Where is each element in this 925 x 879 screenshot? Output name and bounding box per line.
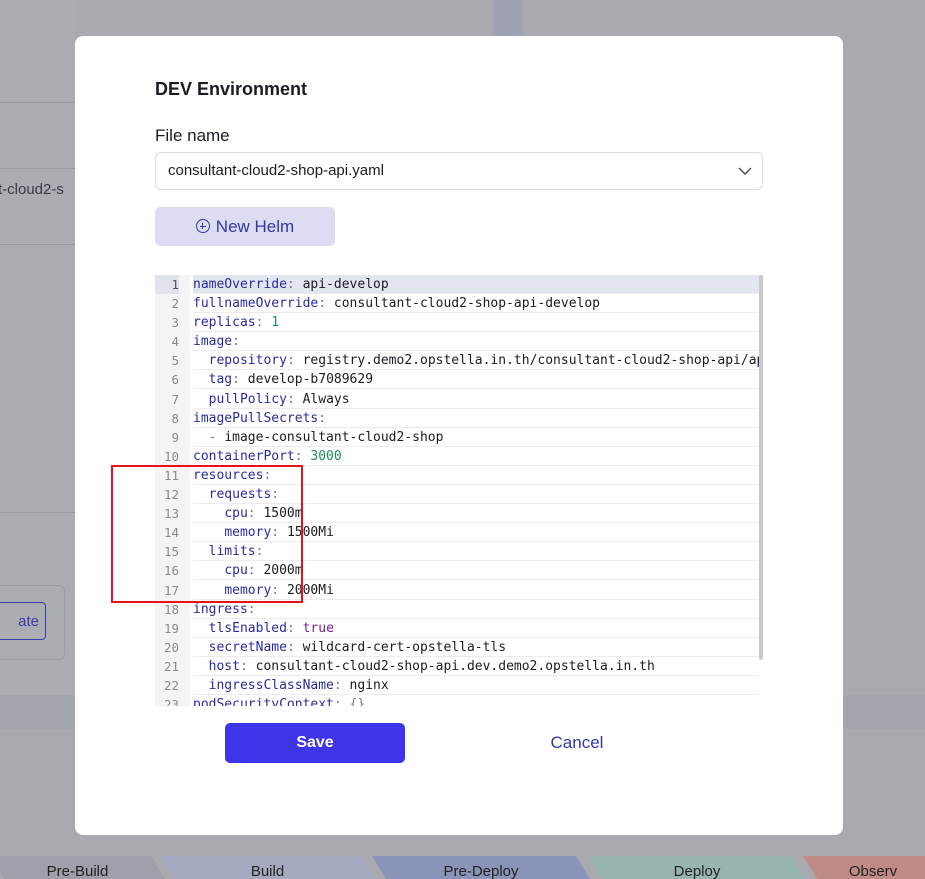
code-text: - image-consultant-cloud2-shop xyxy=(193,428,759,447)
cancel-button[interactable]: Cancel xyxy=(517,723,637,763)
yaml-key: replicas xyxy=(193,315,256,331)
line-number: 23 xyxy=(163,697,179,706)
plus-circle-icon xyxy=(195,219,210,233)
dev-environment-modal: DEV Environment File name consultant-clo… xyxy=(75,36,843,835)
line-number: 21 xyxy=(163,658,179,674)
code-text: containerPort: 3000 xyxy=(193,447,759,466)
yaml-key: ingress xyxy=(193,601,248,617)
editor-scrollbar[interactable] xyxy=(759,275,763,660)
pipeline-stage: Pre-Build xyxy=(0,856,165,879)
code-line[interactable]: 1 nameOverride: api-develop xyxy=(155,275,759,294)
resources-highlight-box xyxy=(111,465,303,603)
line-number: 1 xyxy=(155,275,179,294)
yaml-value: Always xyxy=(302,391,350,407)
yaml-value: registry.demo2.opstella.in.th/consultant… xyxy=(302,353,759,369)
yaml-key: repository xyxy=(208,353,287,369)
code-line[interactable]: 2 fullnameOverride: consultant-cloud2-sho… xyxy=(155,294,759,314)
pipeline-stage: Pre-Deploy xyxy=(372,856,590,879)
code-text: host: consultant-cloud2-shop-api.dev.dem… xyxy=(193,657,759,676)
line-number: 4 xyxy=(171,334,179,350)
code-line[interactable]: 20 secretName: wildcard-cert-opstella-tl… xyxy=(155,638,759,657)
yaml-key: image xyxy=(193,334,233,350)
code-text: imagePullSecrets: xyxy=(193,409,759,428)
yaml-key: podSecurityContext xyxy=(193,697,334,706)
line-number: 6 xyxy=(171,372,179,388)
yaml-value: consultant-cloud2-shop-api-develop xyxy=(333,296,600,312)
code-text: nameOverride: api-develop xyxy=(193,275,759,294)
code-text: podSecurityContext: {} xyxy=(193,695,759,706)
code-line[interactable]: 22 ingressClassName: nginx xyxy=(155,676,759,695)
new-helm-button[interactable]: New Helm xyxy=(155,207,335,246)
file-name-label: File name xyxy=(155,126,230,145)
code-line[interactable]: 7 pullPolicy: Always xyxy=(155,390,759,409)
line-number: 9 xyxy=(171,429,179,445)
yaml-key: host xyxy=(208,658,240,674)
yaml-value: api-develop xyxy=(302,277,389,292)
yaml-key: fullnameOverride xyxy=(193,296,319,312)
code-line[interactable]: 6 tag: develop-b7089629 xyxy=(155,370,759,390)
code-text: fullnameOverride: consultant-cloud2-shop… xyxy=(193,294,759,314)
background-divider xyxy=(0,244,75,245)
yaml-key: pullPolicy xyxy=(208,391,287,407)
code-line[interactable]: 23 podSecurityContext: {} xyxy=(155,695,759,706)
yaml-value: consultant-cloud2-shop-api.dev.demo2.ops… xyxy=(255,658,655,674)
file-name-value: consultant-cloud2-shop-api.yaml xyxy=(168,162,384,179)
pipeline-stage: Deploy xyxy=(588,856,806,879)
yaml-value: 3000 xyxy=(310,448,342,464)
yaml-value: image-consultant-cloud2-shop xyxy=(224,429,444,445)
background-topbar-segment xyxy=(493,0,523,36)
yaml-key: secretName xyxy=(208,639,287,655)
background-partial-text: t-cloud2-s xyxy=(0,181,64,198)
code-line[interactable]: 19 tlsEnabled: true xyxy=(155,619,759,638)
line-number: 3 xyxy=(171,315,179,331)
code-line[interactable]: 3 replicas: 1 xyxy=(155,313,759,333)
yaml-key: imagePullSecrets xyxy=(193,410,319,426)
line-number: 2 xyxy=(171,296,179,312)
background-divider xyxy=(0,512,75,513)
new-helm-label: New Helm xyxy=(215,217,295,236)
code-line[interactable]: 8 imagePullSecrets: xyxy=(155,409,759,428)
background-partial-button: ate xyxy=(0,602,46,640)
yaml-value: nginx xyxy=(349,677,389,693)
code-text: image: xyxy=(193,332,759,352)
code-line[interactable]: 4 image: xyxy=(155,332,759,352)
pipeline-stage: Observ xyxy=(803,856,925,879)
line-number: 19 xyxy=(163,620,179,636)
chevron-down-icon xyxy=(738,167,752,175)
code-line[interactable]: 21 host: consultant-cloud2-shop-api.dev.… xyxy=(155,657,759,676)
yaml-key: ingressClassName xyxy=(208,677,334,693)
yaml-key: tag xyxy=(208,372,233,388)
line-number: 10 xyxy=(163,448,179,464)
file-name-select[interactable]: consultant-cloud2-shop-api.yaml xyxy=(155,152,763,190)
background-divider xyxy=(0,102,75,103)
yaml-value: wildcard-cert-opstella-tls xyxy=(302,639,507,655)
code-text: tlsEnabled: true xyxy=(193,619,759,638)
code-text: tag: develop-b7089629 xyxy=(193,370,759,390)
yaml-value: develop-b7089629 xyxy=(247,372,374,388)
code-line[interactable]: 5 repository: registry.demo2.opstella.in… xyxy=(155,351,759,371)
code-text: secretName: wildcard-cert-opstella-tls xyxy=(193,638,759,657)
background-divider xyxy=(0,168,75,169)
pipeline-stage: Build xyxy=(160,856,375,879)
line-number: 22 xyxy=(163,677,179,693)
code-line[interactable]: 10 containerPort: 3000 xyxy=(155,447,759,466)
code-text: replicas: 1 xyxy=(193,313,759,333)
line-number: 8 xyxy=(171,410,179,426)
yaml-value: 1 xyxy=(271,315,280,331)
line-number: 5 xyxy=(171,353,179,369)
yaml-key: tlsEnabled xyxy=(208,620,287,636)
modal-title: DEV Environment xyxy=(155,79,308,99)
code-line[interactable]: 9 - image-consultant-cloud2-shop xyxy=(155,428,759,447)
code-text: pullPolicy: Always xyxy=(193,390,759,409)
yaml-value: {} xyxy=(349,697,366,706)
save-button[interactable]: Save xyxy=(225,723,405,763)
code-text: ingressClassName: nginx xyxy=(193,676,759,695)
code-text: repository: registry.demo2.opstella.in.t… xyxy=(193,351,759,371)
yaml-value: true xyxy=(302,620,334,636)
line-number: 7 xyxy=(171,391,179,407)
line-number: 20 xyxy=(163,639,179,655)
yaml-key: containerPort xyxy=(193,448,295,464)
pipeline-stages: Pre-Build Build Pre-Deploy Deploy Observ xyxy=(0,856,925,879)
yaml-key: nameOverride xyxy=(193,277,287,292)
